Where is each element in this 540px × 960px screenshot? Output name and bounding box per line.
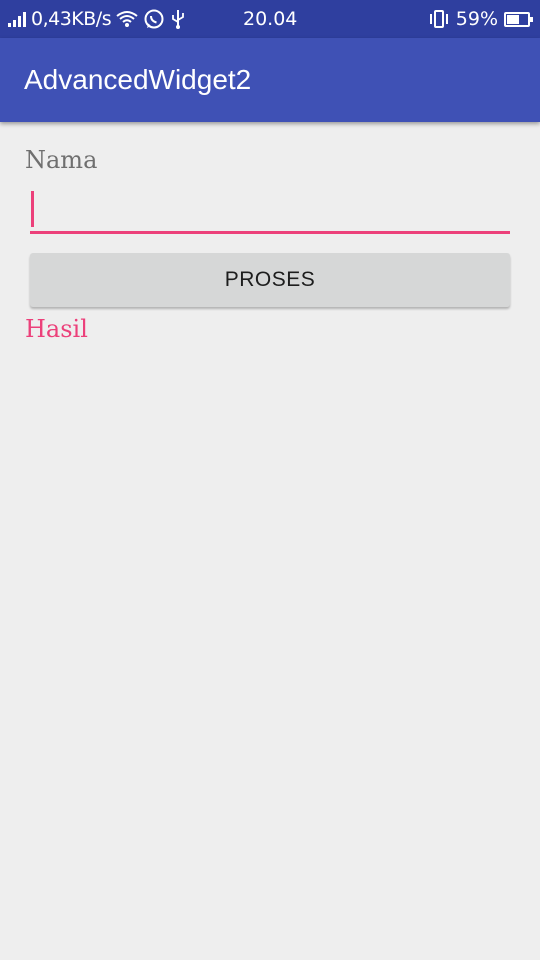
battery-level <box>507 14 519 24</box>
text-cursor <box>31 191 34 227</box>
vibrate-icon <box>428 9 450 29</box>
name-input[interactable] <box>30 188 510 231</box>
app-bar: AdvancedWidget2 <box>0 38 540 122</box>
result-label: Hasil <box>25 315 88 343</box>
battery-percent: 59% <box>455 8 498 30</box>
whatsapp-icon <box>143 8 165 30</box>
signal-icon <box>8 11 26 27</box>
clock: 20.04 <box>243 8 298 30</box>
proses-button[interactable]: PROSES <box>30 253 510 307</box>
app-title: AdvancedWidget2 <box>24 64 252 95</box>
wifi-icon <box>116 10 138 28</box>
usb-icon <box>170 8 186 30</box>
battery-icon <box>504 11 533 27</box>
name-input-container[interactable] <box>30 188 510 234</box>
name-label: Nama <box>25 146 98 174</box>
network-speed: 0,43KB/s <box>31 8 112 30</box>
status-bar: 0,43KB/s 20.04 59% <box>0 0 540 38</box>
